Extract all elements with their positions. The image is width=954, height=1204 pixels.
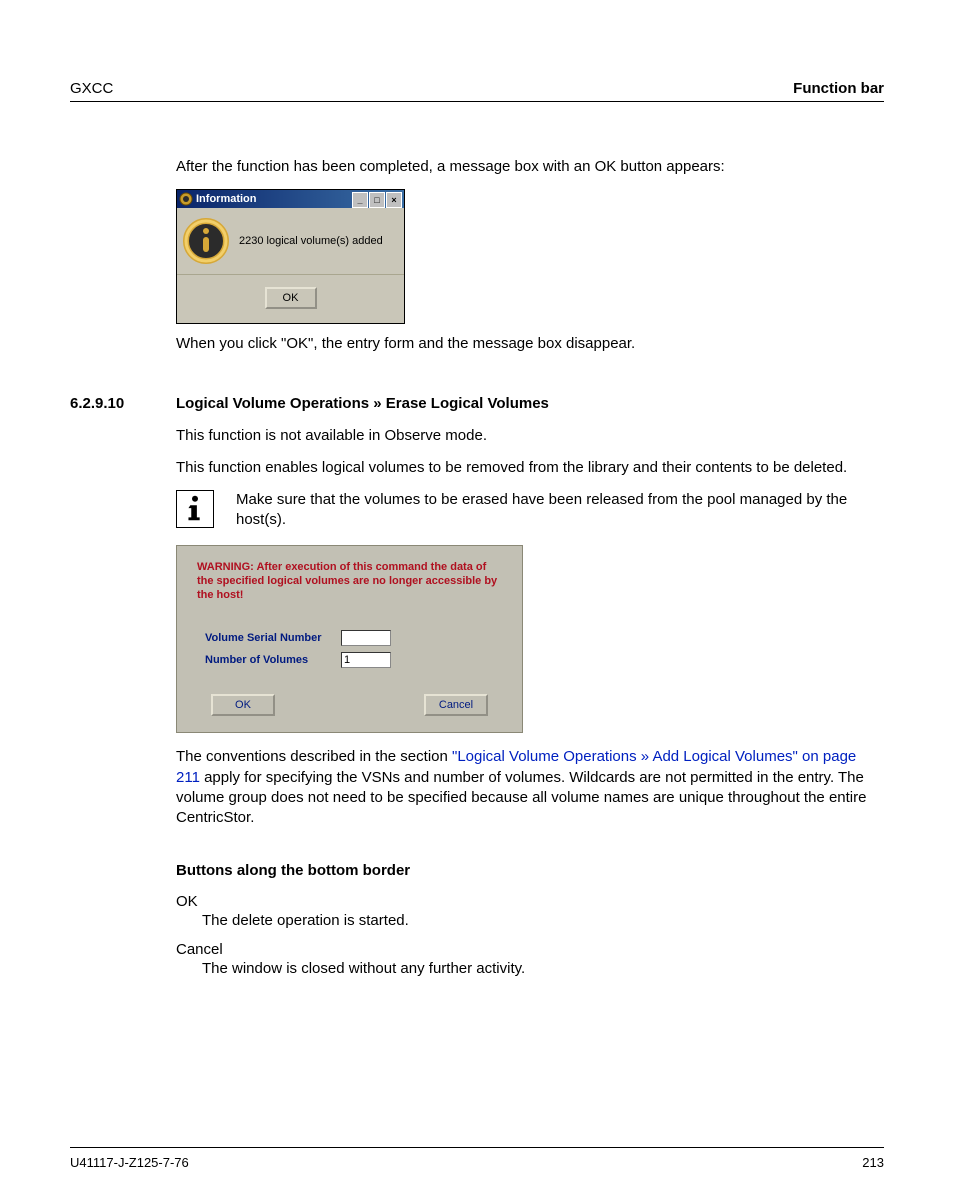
section-title: Logical Volume Operations » Erase Logica… bbox=[176, 395, 549, 412]
minimize-button[interactable]: _ bbox=[352, 192, 368, 208]
info-ok-button[interactable]: OK bbox=[265, 287, 317, 309]
app-icon bbox=[179, 192, 193, 206]
window-titlebar: Information _ □ × bbox=[177, 190, 404, 208]
info-message: 2230 logical volume(s) added bbox=[239, 235, 383, 247]
page-number: 213 bbox=[862, 1155, 884, 1170]
information-window: Information _ □ × 2230 lo bbox=[176, 189, 405, 324]
erase-form-window: WARNING: After execution of this command… bbox=[176, 545, 523, 734]
buttons-subheading: Buttons along the bottom border bbox=[176, 862, 884, 879]
vsn-label: Volume Serial Number bbox=[205, 632, 341, 644]
cancel-description: The window is closed without any further… bbox=[202, 960, 884, 977]
erase-warning: WARNING: After execution of this command… bbox=[191, 560, 508, 603]
doc-id: U41117-J-Z125-7-76 bbox=[70, 1155, 189, 1170]
section-number: 6.2.9.10 bbox=[70, 395, 176, 412]
header-right: Function bar bbox=[793, 80, 884, 97]
ok-description: The delete operation is started. bbox=[202, 912, 884, 929]
header-rule bbox=[70, 101, 884, 102]
ok-term: OK bbox=[176, 893, 884, 910]
vsn-input[interactable] bbox=[341, 630, 391, 646]
intro-paragraph: After the function has been completed, a… bbox=[176, 157, 884, 177]
after-ok-paragraph: When you click "OK", the entry form and … bbox=[176, 334, 884, 354]
paragraph-observe: This function is not available in Observ… bbox=[176, 426, 884, 446]
footer-rule bbox=[70, 1147, 884, 1148]
note-text: Make sure that the volumes to be erased … bbox=[236, 490, 884, 531]
close-button[interactable]: × bbox=[386, 192, 402, 208]
num-volumes-label: Number of Volumes bbox=[205, 654, 341, 666]
conventions-paragraph: The conventions described in the section… bbox=[176, 747, 884, 828]
cancel-term: Cancel bbox=[176, 941, 884, 958]
conventions-pre: The conventions described in the section bbox=[176, 748, 452, 765]
paragraph-description: This function enables logical volumes to… bbox=[176, 458, 884, 478]
cancel-button[interactable]: Cancel bbox=[424, 694, 488, 716]
ok-button[interactable]: OK bbox=[211, 694, 275, 716]
info-note-icon bbox=[176, 490, 214, 528]
header-left: GXCC bbox=[70, 80, 113, 97]
num-volumes-input[interactable] bbox=[341, 652, 391, 668]
window-title: Information bbox=[196, 193, 257, 205]
info-icon bbox=[183, 218, 229, 264]
maximize-button[interactable]: □ bbox=[369, 192, 385, 208]
conventions-post: apply for specifying the VSNs and number… bbox=[176, 769, 866, 827]
